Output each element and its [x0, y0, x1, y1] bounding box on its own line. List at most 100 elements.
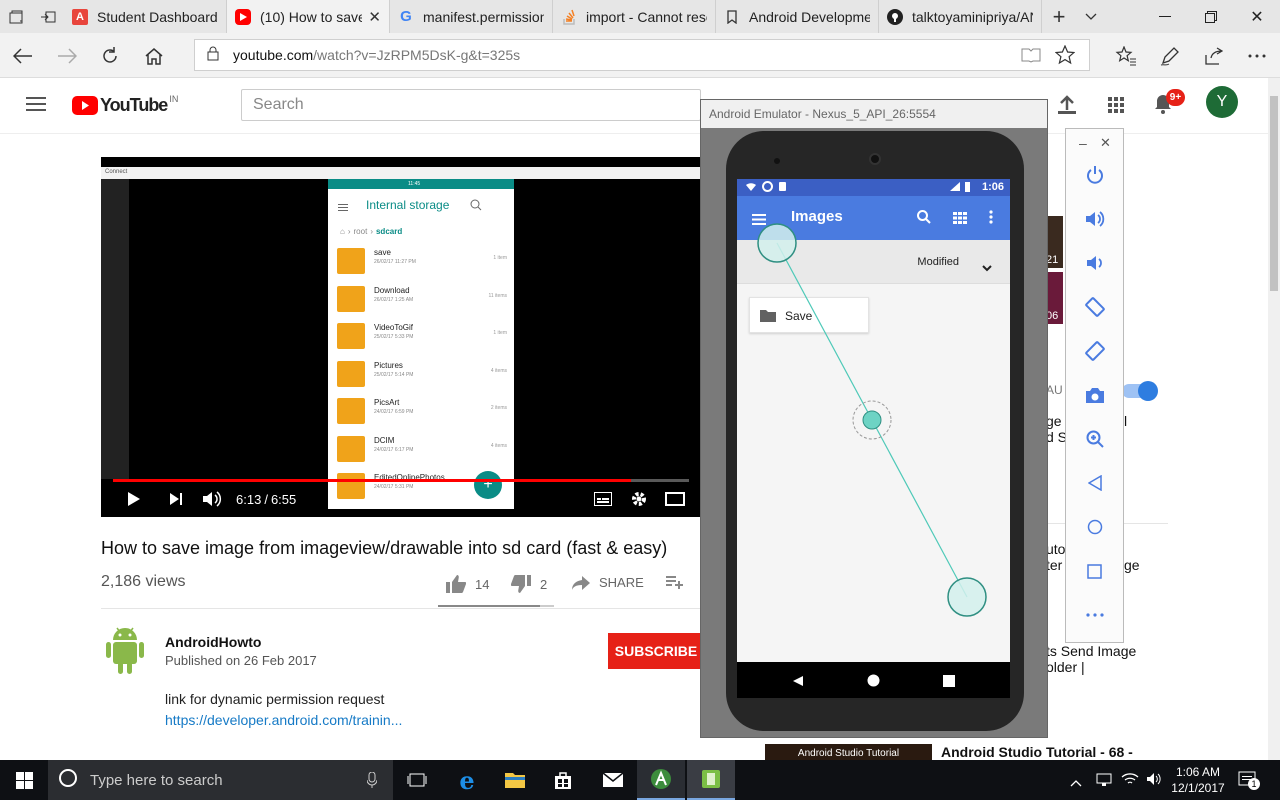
restore-window-icon[interactable] [1188, 0, 1234, 33]
show-hidden-icons-chevron-icon[interactable] [1070, 774, 1082, 792]
windows-taskbar: Type here to search e 1:06 AM 12/1/2017 … [0, 760, 1280, 800]
emulator-taskbar-icon[interactable] [687, 760, 735, 800]
volume-up-icon[interactable] [1066, 199, 1123, 239]
theater-mode-icon[interactable] [665, 487, 685, 511]
rotate-right-icon[interactable] [1066, 331, 1123, 371]
close-tab-icon[interactable]: ✕ [368, 8, 381, 26]
search-input[interactable]: Search [241, 89, 701, 121]
windows-start-icon[interactable] [0, 760, 48, 800]
favorites-hub-icon[interactable] [1111, 41, 1141, 71]
tab-android-developers[interactable]: Android Developmer [716, 0, 879, 33]
toolbar-close-icon[interactable]: ✕ [1100, 135, 1111, 151]
tab-student-dashboard[interactable]: A Student Dashboard [64, 0, 227, 33]
tab-github[interactable]: talktoyaminipriya/AN [879, 0, 1042, 33]
minimize-window-icon[interactable] [1142, 0, 1188, 33]
related-title-fragment[interactable]: d S [1046, 429, 1067, 445]
file-explorer-icon[interactable] [491, 760, 539, 800]
add-to-playlist-button[interactable] [666, 575, 684, 589]
scrollbar-thumb[interactable] [1270, 96, 1278, 291]
refresh-icon[interactable] [95, 41, 125, 71]
edge-browser-icon[interactable]: e [443, 760, 491, 800]
zoom-icon[interactable] [1066, 419, 1123, 459]
rotate-left-icon[interactable] [1066, 287, 1123, 327]
related-title-fragment[interactable]: ts Send Image [1046, 643, 1136, 659]
video-menu-icon [338, 199, 348, 217]
related-thumbnail[interactable]: 21 [1046, 216, 1063, 268]
page-scrollbar[interactable] [1268, 78, 1280, 760]
video-folder-date: 26/02/17 1:25 AM [374, 296, 414, 303]
nav-back-icon[interactable] [792, 674, 804, 692]
avatar[interactable]: Y [1206, 86, 1238, 118]
store-icon[interactable] [539, 760, 587, 800]
related-thumbnail-label[interactable]: Android Studio Tutorial [765, 744, 932, 760]
overview-square-icon[interactable] [1066, 551, 1123, 591]
tab-manager-icon[interactable] [0, 0, 32, 33]
taskbar-search-box[interactable]: Type here to search [48, 760, 393, 800]
tab-youtube[interactable]: (10) How to save ✕ [227, 0, 390, 33]
back-triangle-icon[interactable] [1066, 463, 1123, 503]
play-icon[interactable] [127, 487, 141, 511]
related-title-fragment[interactable]: ter [1046, 557, 1062, 573]
related-video-title[interactable]: Android Studio Tutorial - 68 - [941, 744, 1133, 760]
upload-icon[interactable] [1058, 94, 1076, 119]
dislike-button[interactable]: 2 [511, 575, 547, 593]
related-thumbnail[interactable]: 06 [1046, 272, 1063, 324]
more-menu-icon[interactable] [1242, 41, 1272, 71]
pen-icon[interactable] [1155, 41, 1185, 71]
back-arrow-icon[interactable] [8, 41, 38, 71]
power-icon[interactable] [1066, 155, 1123, 195]
tab-list-chevron-icon[interactable] [1076, 0, 1106, 33]
video-progress-bar[interactable] [113, 479, 689, 482]
tab-google[interactable]: G manifest.permission. [390, 0, 553, 33]
next-video-icon[interactable] [169, 487, 183, 511]
video-folder-row: Download 26/02/17 1:25 AM 11 items [328, 279, 514, 316]
wifi-icon[interactable] [1121, 772, 1139, 791]
description-link[interactable]: https://developer.android.com/trainin... [165, 712, 402, 728]
related-title-fragment[interactable]: l [1124, 413, 1127, 429]
android-studio-icon[interactable] [637, 760, 685, 800]
action-center-icon[interactable]: 1 [1238, 770, 1260, 795]
microphone-icon[interactable] [366, 771, 378, 792]
task-view-icon[interactable] [393, 760, 441, 800]
mail-icon[interactable] [589, 760, 637, 800]
home-icon[interactable] [139, 41, 169, 71]
subscribe-button[interactable]: SUBSCRIBE [608, 633, 704, 669]
video-player[interactable]: Connect 11:45 Internal storage ⌂ › root › sd… [101, 157, 701, 517]
channel-avatar[interactable] [103, 626, 147, 681]
new-tab-icon[interactable]: + [1042, 0, 1076, 33]
taskbar-clock[interactable]: 1:06 AM 12/1/2017 [1168, 764, 1228, 796]
related-title-fragment[interactable]: ge [1124, 557, 1140, 573]
related-title-fragment[interactable]: older | [1046, 659, 1085, 675]
apps-grid-icon[interactable] [1108, 97, 1124, 118]
autoplay-toggle[interactable] [1122, 381, 1158, 401]
favorite-star-icon[interactable] [1054, 44, 1076, 68]
speaker-icon[interactable] [1146, 772, 1162, 791]
tab-stackoverflow[interactable]: import - Cannot reso [553, 0, 716, 33]
nav-recents-icon[interactable] [943, 674, 955, 692]
camera-icon[interactable] [1066, 375, 1123, 415]
volume-icon[interactable] [202, 487, 222, 511]
set-aside-tabs-icon[interactable] [32, 0, 64, 33]
toolbar-minimize-icon[interactable]: – [1079, 135, 1087, 151]
settings-gear-icon[interactable] [630, 487, 648, 511]
channel-name[interactable]: AndroidHowto [165, 634, 261, 650]
home-circle-icon[interactable] [1066, 507, 1123, 547]
like-button[interactable]: 14 [446, 575, 489, 593]
volume-down-icon[interactable] [1066, 243, 1123, 283]
nav-home-icon[interactable] [867, 674, 880, 692]
reading-view-icon[interactable] [1021, 47, 1041, 66]
emulator-screen[interactable]: 1:06 Images Modified Save [737, 179, 1010, 662]
more-options-icon[interactable] [1066, 595, 1123, 635]
related-title-fragment[interactable]: uto [1046, 541, 1065, 557]
close-window-icon[interactable]: ✕ [1234, 0, 1280, 33]
forward-arrow-icon[interactable] [52, 41, 82, 71]
share-icon[interactable] [1198, 41, 1228, 71]
youtube-logo[interactable]: YouTube IN [72, 94, 178, 116]
network-icon[interactable] [1096, 772, 1112, 791]
share-button[interactable]: SHARE [572, 575, 644, 590]
subtitles-icon[interactable] [594, 487, 612, 511]
address-bar[interactable]: youtube.com/watch?v=JzRPM5DsK-g&t=325s [194, 39, 1090, 71]
hamburger-menu-icon[interactable] [26, 97, 46, 116]
android-emulator-window[interactable]: Android Emulator - Nexus_5_API_26:5554 1… [700, 99, 1048, 738]
related-title-fragment[interactable]: ge [1046, 413, 1062, 429]
